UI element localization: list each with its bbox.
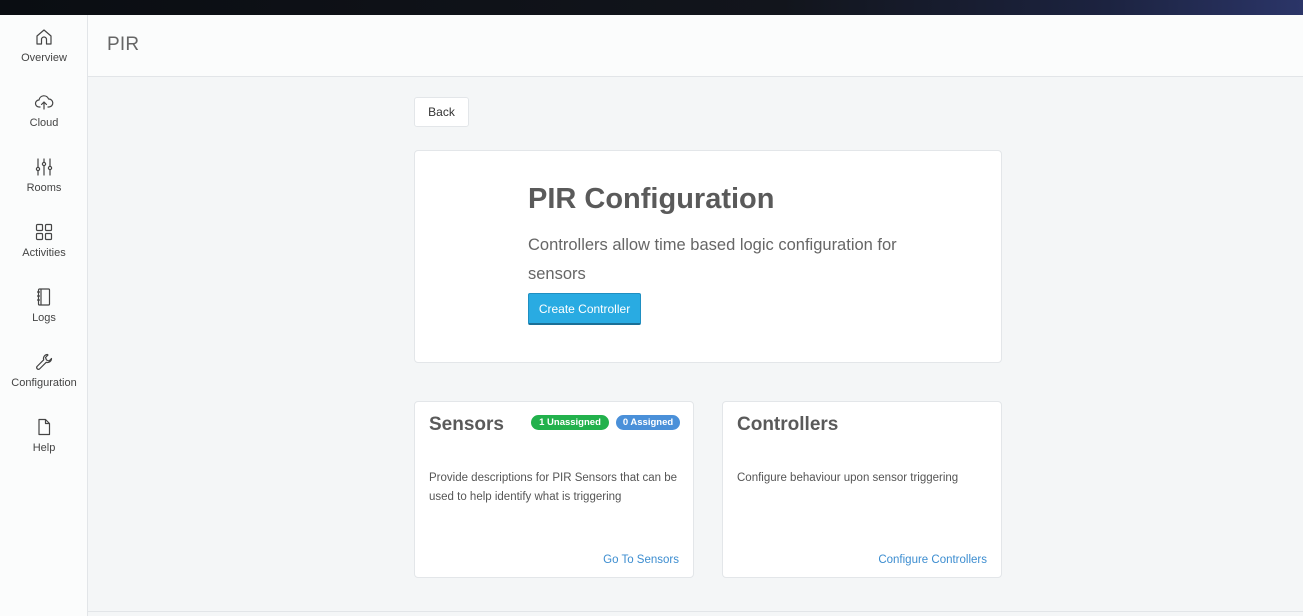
controllers-title: Controllers (737, 414, 839, 435)
sidebar-item-label: Help (32, 442, 56, 454)
back-button[interactable]: Back (414, 97, 469, 127)
sliders-icon (35, 158, 53, 176)
sidebar-item-label: Overview (21, 52, 67, 64)
go-to-sensors-link[interactable]: Go To Sensors (603, 554, 679, 566)
create-controller-button[interactable]: Create Controller (528, 293, 641, 325)
home-icon (36, 29, 52, 45)
sidebar: Overview Cloud Rooms Activities Logs Con… (0, 15, 88, 616)
page-title: PIR (107, 34, 140, 55)
configure-controllers-link[interactable]: Configure Controllers (878, 554, 987, 566)
unassigned-badge: 1 Unassigned (531, 415, 609, 430)
top-bar (0, 0, 1303, 15)
sidebar-item-label: Logs (32, 312, 56, 324)
file-icon (38, 418, 51, 436)
sidebar-item-activities[interactable]: Activities (0, 222, 88, 278)
grid-icon (35, 223, 53, 241)
assigned-badge: 0 Assigned (616, 415, 680, 430)
hero-description: Controllers allow time based logic confi… (528, 236, 897, 283)
sidebar-item-configuration[interactable]: Configuration (0, 352, 88, 408)
controllers-description: Configure behaviour upon sensor triggeri… (737, 472, 959, 484)
cloud-upload-icon (34, 95, 54, 110)
sidebar-item-label: Configuration (11, 377, 77, 389)
sidebar-item-logs[interactable]: Logs (0, 287, 88, 343)
footer-divider (88, 611, 1303, 612)
notebook-icon (37, 288, 51, 306)
sidebar-item-label: Activities (22, 247, 66, 259)
page-header: PIR (88, 15, 1303, 77)
sensors-card: Sensors 1 Unassigned 0 Assigned Provide … (414, 401, 694, 578)
sidebar-item-label: Cloud (29, 117, 59, 129)
controllers-card: Controllers Configure behaviour upon sen… (722, 401, 1002, 578)
pir-configuration-card: PIR Configuration Controllers allow time… (414, 150, 1002, 363)
sensors-title: Sensors (429, 414, 504, 435)
sidebar-item-help[interactable]: Help (0, 417, 88, 473)
wrench-icon (36, 353, 53, 370)
hero-title: PIR Configuration (528, 183, 775, 215)
sidebar-item-cloud[interactable]: Cloud (0, 92, 88, 148)
sidebar-item-overview[interactable]: Overview (0, 27, 88, 83)
sidebar-item-label: Rooms (26, 182, 62, 194)
sidebar-item-rooms[interactable]: Rooms (0, 157, 88, 213)
sensors-description: Provide descriptions for PIR Sensors tha… (429, 472, 678, 503)
